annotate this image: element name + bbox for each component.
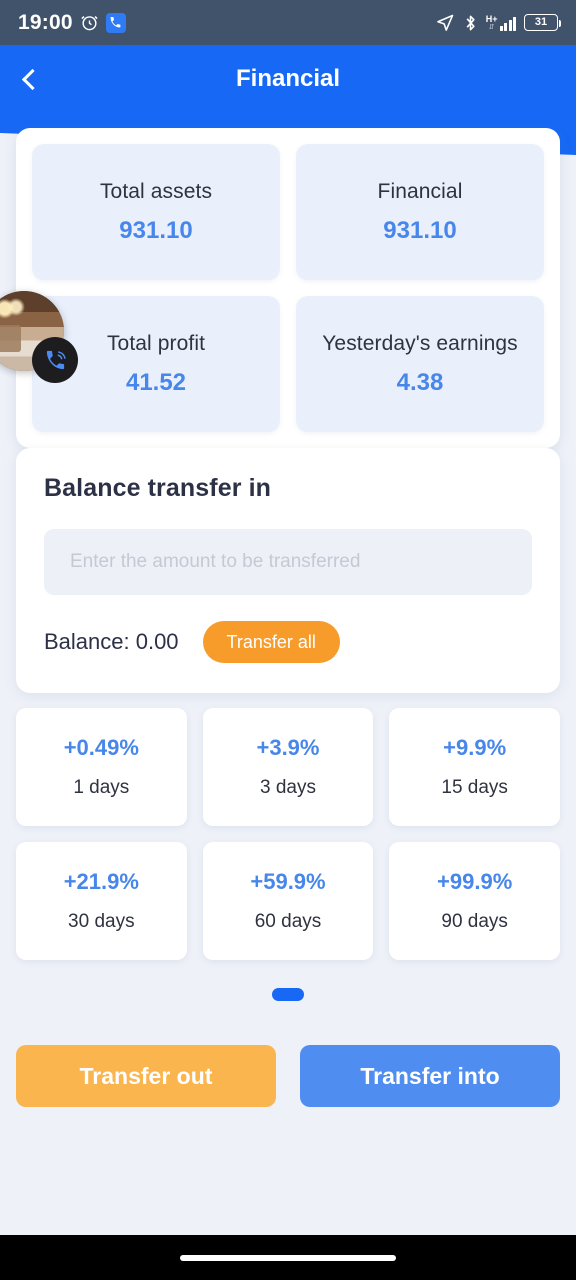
page-title: Financial xyxy=(235,65,341,92)
rate-duration: 1 days xyxy=(73,777,130,798)
balance-label: Balance: 0.00 xyxy=(44,629,179,654)
app-header-row: Financial xyxy=(0,45,576,113)
rate-card[interactable]: +9.9% 15 days xyxy=(389,708,560,826)
rate-percent: +0.49% xyxy=(63,735,139,760)
rate-card[interactable]: +0.49% 1 days xyxy=(16,708,187,826)
action-button-row: Transfer out Transfer into xyxy=(16,1045,560,1107)
rate-percent: +59.9% xyxy=(250,869,326,894)
phone-call-icon[interactable] xyxy=(32,337,78,383)
rate-card[interactable]: +21.9% 30 days xyxy=(16,842,187,960)
stat-tile-total-assets[interactable]: Total assets 931.10 xyxy=(32,144,280,280)
status-bar-left: 19:00 xyxy=(18,11,126,35)
stat-label: Total assets xyxy=(99,179,213,203)
rate-duration: 60 days xyxy=(254,911,322,932)
transfer-into-button[interactable]: Transfer into xyxy=(300,1045,560,1107)
system-navigation-bar xyxy=(0,1235,576,1280)
stat-tile-yesterdays-earnings[interactable]: Yesterday's earnings 4.38 xyxy=(296,296,544,432)
rate-card[interactable]: +59.9% 60 days xyxy=(202,842,374,960)
rate-percent: +3.9% xyxy=(256,735,320,760)
stat-value: 931.10 xyxy=(383,216,457,244)
stat-value: 931.10 xyxy=(119,216,193,244)
network-type-label: H+ xyxy=(485,13,498,24)
stat-value: 4.38 xyxy=(396,368,444,396)
home-gesture-bar[interactable] xyxy=(180,1254,396,1261)
back-button[interactable] xyxy=(0,45,60,113)
rate-percent: +99.9% xyxy=(437,869,513,894)
stat-label: Total profit xyxy=(106,331,206,355)
chevron-left-icon xyxy=(21,68,44,90)
pager-indicator xyxy=(0,988,576,1001)
stats-card: Total assets 931.10 Financial 931.10 Tot… xyxy=(16,128,560,448)
balance-transfer-card: Balance transfer in Balance: 0.00 Transf… xyxy=(16,448,560,693)
battery-icon: 31 xyxy=(524,14,561,31)
rate-percent: +9.9% xyxy=(443,735,507,760)
pager-dot-active[interactable] xyxy=(272,988,304,1001)
transfer-section-title: Balance transfer in xyxy=(44,474,271,502)
alarm-clock-icon xyxy=(80,13,99,32)
transfer-out-button[interactable]: Transfer out xyxy=(16,1045,276,1107)
navigation-arrow-icon xyxy=(435,13,455,33)
stat-value: 41.52 xyxy=(125,368,187,396)
rate-card[interactable]: +99.9% 90 days xyxy=(389,842,560,960)
signal-bars-icon: H+ ⇵ xyxy=(485,13,516,31)
phone-call-icon xyxy=(105,12,126,33)
rate-plan-grid: +0.49% 1 days +3.9% 3 days +9.9% 15 days… xyxy=(16,708,560,960)
status-bar: 19:00 H+ ⇵ 31 xyxy=(0,0,576,45)
rate-card[interactable]: +3.9% 3 days xyxy=(202,708,374,826)
rate-duration: 3 days xyxy=(260,777,316,798)
page-content: Total assets 931.10 Financial 931.10 Tot… xyxy=(0,45,576,1235)
transfer-all-button[interactable]: Transfer all xyxy=(202,621,340,663)
rate-duration: 15 days xyxy=(441,777,508,798)
stat-label: Financial xyxy=(377,179,463,203)
stat-label: Yesterday's earnings xyxy=(322,331,518,355)
stat-tile-financial[interactable]: Financial 931.10 xyxy=(296,144,544,280)
bluetooth-icon xyxy=(463,13,478,33)
balance-row: Balance: 0.00 Transfer all xyxy=(44,621,532,663)
rate-duration: 90 days xyxy=(441,911,508,932)
rate-duration: 30 days xyxy=(68,911,135,932)
status-bar-clock: 19:00 xyxy=(18,10,73,34)
rate-percent: +21.9% xyxy=(63,869,139,894)
phone-screen: 19:00 H+ ⇵ 31 Financial Total assets 931… xyxy=(0,0,576,1280)
battery-level-label: 31 xyxy=(534,16,548,28)
amount-input[interactable] xyxy=(44,529,532,595)
status-bar-right: H+ ⇵ 31 xyxy=(435,13,561,33)
